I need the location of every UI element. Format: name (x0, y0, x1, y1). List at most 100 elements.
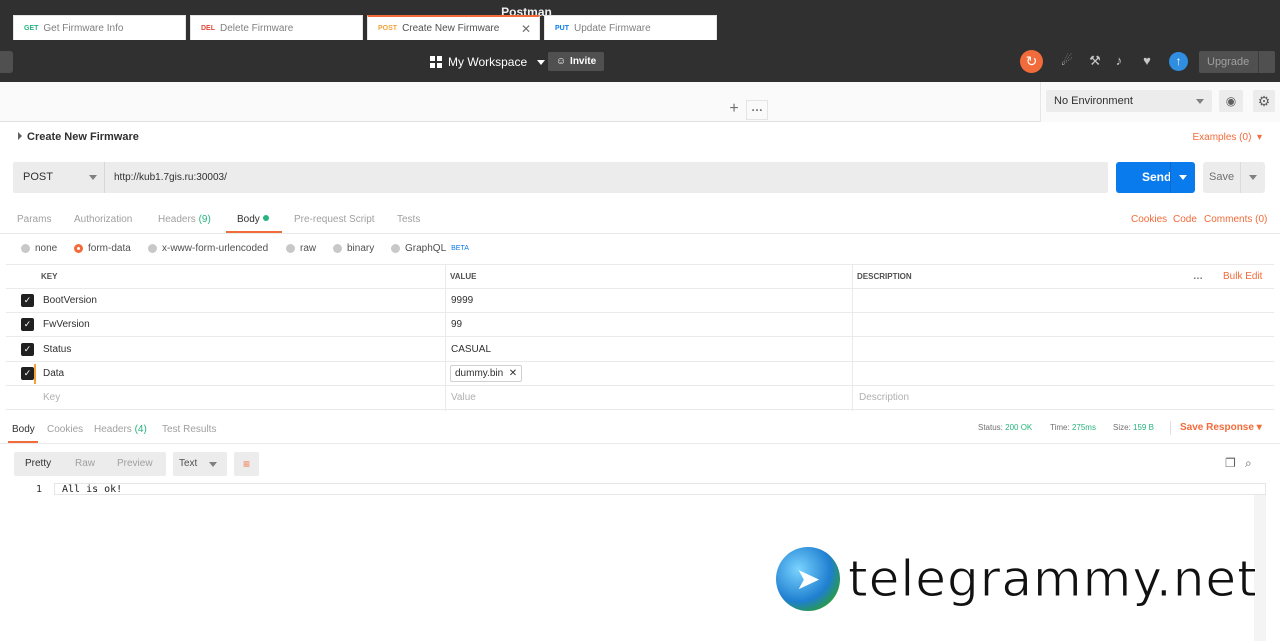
radio-label: form-data (88, 243, 131, 254)
radio-form-data[interactable]: form-data (74, 243, 131, 254)
radio-binary[interactable]: binary (333, 243, 374, 254)
tab-body[interactable]: Body (237, 214, 269, 225)
language-select[interactable]: Text (173, 452, 227, 476)
satellite-icon[interactable]: ☄ (1059, 53, 1075, 69)
response-tab-body[interactable]: Body (12, 424, 35, 435)
file-chip[interactable]: dummy.bin ✕ (450, 365, 523, 382)
chevron-down-icon[interactable] (1179, 175, 1187, 180)
tab-headers-label: Headers (158, 214, 196, 225)
radio-label: none (35, 243, 58, 254)
comments-link[interactable]: Comments (0) (1204, 214, 1267, 225)
row-key[interactable]: FwVersion (43, 313, 90, 337)
tab-tests[interactable]: Tests (397, 214, 420, 225)
upgrade-button[interactable]: Upgrade (1199, 51, 1275, 73)
size-readout: Size: 159 B (1113, 423, 1154, 432)
key-placeholder[interactable]: Key (43, 386, 60, 410)
environment-select[interactable]: No Environment (1046, 90, 1212, 112)
row-checkbox[interactable]: ✓ (21, 318, 34, 331)
avatar[interactable]: ↑ (1169, 52, 1188, 71)
eye-icon[interactable]: ◉ (1219, 90, 1243, 112)
radio-graphql[interactable]: GraphQL BETA (391, 243, 469, 254)
save-response-label: Save Response (1180, 422, 1254, 433)
workspace-label: My Workspace (448, 55, 528, 69)
raw-button[interactable]: Raw (75, 458, 95, 469)
row-key[interactable]: Data (43, 362, 64, 386)
bulk-edit-link[interactable]: Bulk Edit (1223, 265, 1262, 289)
send-label: Send (1142, 170, 1172, 184)
cookies-link[interactable]: Cookies (1131, 214, 1167, 225)
row-value[interactable]: 9999 (451, 289, 473, 313)
row-key[interactable]: Status (43, 338, 71, 362)
workspace-switcher[interactable]: My Workspace (430, 52, 546, 72)
tab-delete-firmware[interactable]: DEL Delete Firmware (190, 15, 363, 40)
tab-method: POST (378, 25, 398, 32)
radio-urlencoded[interactable]: x-www-form-urlencoded (148, 243, 268, 254)
row-value[interactable]: CASUAL (451, 338, 491, 362)
environment-label: No Environment (1054, 95, 1133, 107)
preview-button[interactable]: Preview (117, 458, 153, 469)
table-row: ✓ FwVersion 99 (6, 313, 1274, 337)
radio-raw[interactable]: raw (286, 243, 316, 254)
table-header-row: KEY VALUE DESCRIPTION … Bulk Edit (6, 265, 1274, 289)
code-link[interactable]: Code (1173, 214, 1197, 225)
send-button[interactable]: Send (1116, 162, 1195, 193)
chevron-down-icon (89, 175, 97, 180)
copy-icon[interactable]: ❐ (1225, 456, 1236, 470)
search-icon[interactable]: ⌕ (1245, 456, 1252, 471)
new-tab-button[interactable]: + (724, 100, 744, 120)
table-row-new: Key Value Description (6, 386, 1274, 410)
close-icon[interactable]: ✕ (506, 368, 517, 379)
watermark: ➤ telegrammy.net (776, 547, 1258, 611)
chevron-down-icon[interactable] (1249, 175, 1257, 180)
value-placeholder[interactable]: Value (451, 386, 476, 410)
upgrade-label: Upgrade (1207, 56, 1250, 68)
radio-circle (286, 244, 295, 253)
tab-headers[interactable]: Headers (9) (158, 214, 211, 225)
invite-button[interactable]: ☺ Invite (548, 52, 604, 71)
url-input[interactable]: http://kub1.7gis.ru:30003/ (114, 172, 227, 183)
bell-icon[interactable]: ♪ (1111, 53, 1127, 69)
time-readout: Time: 275ms (1050, 423, 1096, 432)
response-tab-cookies[interactable]: Cookies (47, 424, 83, 435)
tab-get-firmware-info[interactable]: GET Get Firmware Info (13, 15, 186, 40)
examples-dropdown[interactable]: Examples (0) ▾ (1193, 132, 1263, 143)
row-checkbox[interactable]: ✓ (21, 343, 34, 356)
tab-params[interactable]: Params (17, 214, 51, 225)
save-label: Save (1209, 171, 1235, 183)
gear-icon[interactable]: ⚙ (1253, 90, 1275, 112)
radio-label: raw (300, 243, 317, 254)
radio-circle-selected (74, 244, 83, 253)
more-options-icon[interactable]: … (1193, 265, 1203, 289)
active-tab-indicator (226, 231, 282, 233)
close-icon[interactable]: ✕ (521, 22, 531, 36)
row-value[interactable]: 99 (451, 313, 462, 337)
wrench-icon[interactable]: ⚒ (1087, 53, 1103, 69)
response-tab-headers[interactable]: Headers (4) (94, 424, 147, 435)
save-response-button[interactable]: Save Response ▾ (1180, 422, 1262, 433)
size-value: 159 B (1133, 423, 1154, 432)
tab-create-new-firmware[interactable]: POST Create New Firmware ✕ (367, 15, 540, 40)
tab-prerequest-script[interactable]: Pre-request Script (294, 214, 375, 225)
request-name[interactable]: Create New Firmware (18, 131, 139, 143)
response-tab-tests[interactable]: Test Results (162, 424, 216, 435)
sync-icon[interactable]: ↻ (1020, 50, 1043, 73)
row-key[interactable]: BootVersion (43, 289, 97, 313)
radio-none[interactable]: none (21, 243, 57, 254)
description-placeholder[interactable]: Description (859, 386, 909, 410)
new-button-stub[interactable] (0, 51, 13, 73)
pretty-button[interactable]: Pretty (25, 458, 51, 469)
method-select[interactable]: POST (13, 162, 105, 193)
wrap-lines-icon[interactable]: ≡ (234, 452, 259, 476)
examples-label: Examples (0) (1192, 132, 1252, 143)
column-key: KEY (41, 272, 58, 281)
heart-icon[interactable]: ♥ (1139, 53, 1155, 69)
row-checkbox[interactable]: ✓ (21, 294, 34, 307)
row-checkbox[interactable]: ✓ (21, 367, 34, 380)
response-body-text[interactable]: All is ok! (62, 484, 122, 495)
workspace-grid-icon (430, 56, 442, 68)
tab-update-firmware[interactable]: PUT Update Firmware (544, 15, 717, 40)
expand-caret-icon (18, 132, 22, 140)
tab-authorization[interactable]: Authorization (74, 214, 132, 225)
more-tabs-button[interactable]: … (746, 100, 768, 120)
save-button[interactable]: Save (1203, 162, 1265, 193)
